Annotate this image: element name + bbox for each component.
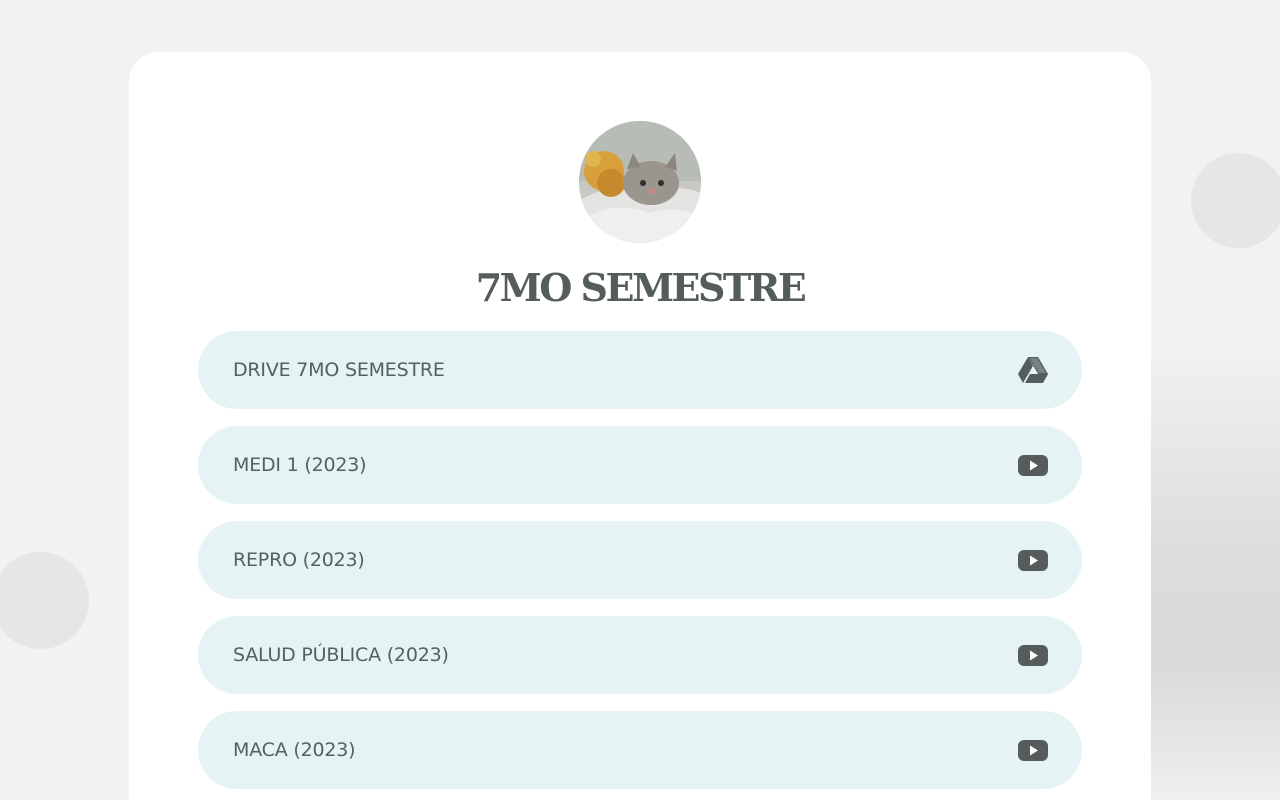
youtube-icon — [1017, 639, 1049, 671]
page-title: 7MO SEMESTRE — [475, 265, 807, 310]
profile-card: 7MO SEMESTRE DRIVE 7MO SEMESTRE MEDI 1 (… — [129, 52, 1151, 800]
cat-avatar-photo — [579, 121, 701, 243]
decorative-circle-right — [1191, 153, 1280, 248]
link-button-medi-1[interactable]: MEDI 1 (2023) — [198, 426, 1082, 504]
link-label: SALUD PÚBLICA (2023) — [233, 644, 449, 666]
link-button-salud-publica[interactable]: SALUD PÚBLICA (2023) — [198, 616, 1082, 694]
decorative-circle-left — [0, 552, 89, 649]
link-label: MEDI 1 (2023) — [233, 454, 367, 476]
youtube-icon — [1017, 544, 1049, 576]
link-button-repro[interactable]: REPRO (2023) — [198, 521, 1082, 599]
link-label: MACA (2023) — [233, 739, 356, 761]
link-label: DRIVE 7MO SEMESTRE — [233, 359, 445, 381]
profile-avatar — [579, 121, 701, 243]
link-button-drive[interactable]: DRIVE 7MO SEMESTRE — [198, 331, 1082, 409]
youtube-icon — [1017, 734, 1049, 766]
link-list: DRIVE 7MO SEMESTRE MEDI 1 (2023) REPRO (… — [198, 331, 1082, 800]
link-label: REPRO (2023) — [233, 549, 365, 571]
youtube-icon — [1017, 449, 1049, 481]
link-button-maca[interactable]: MACA (2023) — [198, 711, 1082, 789]
google-drive-icon — [1017, 354, 1049, 386]
